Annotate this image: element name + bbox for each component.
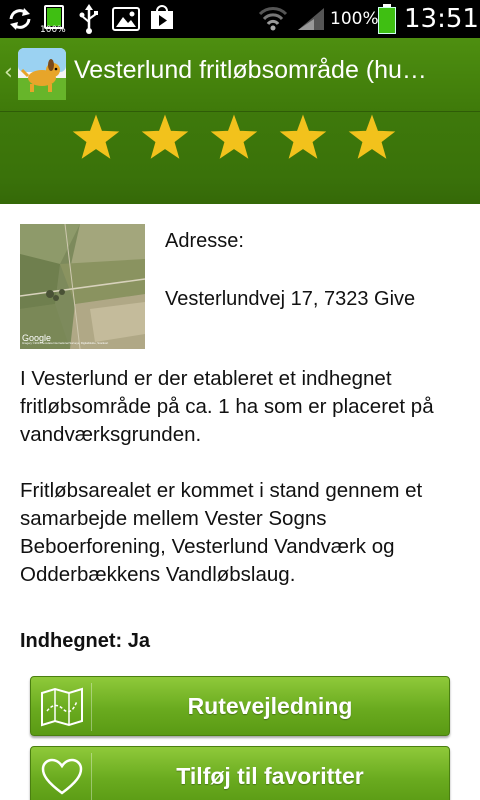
usb-icon: [79, 4, 98, 34]
star-icon: [72, 114, 120, 159]
clock: 13:51: [404, 4, 479, 34]
map-route-icon: [41, 687, 83, 727]
heart-icon: [41, 758, 83, 795]
add-favorite-button[interactable]: Tilføj til favoritter: [30, 746, 450, 800]
status-bar: 100% 100% 13:51: [0, 0, 480, 38]
map-attribution: Imagery ©2013 Aerodata International Sur…: [22, 342, 109, 346]
chevron-left-icon[interactable]: ‹: [4, 60, 13, 85]
action-bar: ‹ Vesterlund fritløbsområde (hu…: [0, 38, 480, 112]
battery-icon: [378, 4, 396, 34]
directions-button[interactable]: Rutevejledning: [30, 676, 450, 736]
star-icon: [348, 114, 396, 159]
battery-small-label: 100%: [40, 25, 66, 35]
map-thumbnail[interactable]: Google Imagery ©2013 Aerodata Internatio…: [20, 224, 145, 349]
star-rating: [70, 114, 410, 174]
fenced-status: Indhegnet: Ja: [20, 630, 151, 652]
image-icon: [112, 7, 140, 31]
page-title: Vesterlund fritløbsområde (hu…: [74, 56, 427, 84]
dog-app-icon[interactable]: [18, 48, 66, 100]
directions-button-label: Rutevejledning: [187, 693, 353, 719]
description: I Vesterlund er der etableret et indhegn…: [20, 367, 434, 586]
signal-icon: [298, 8, 324, 30]
star-icon: [210, 114, 258, 159]
battery-percent: 100%: [330, 9, 379, 29]
rating-band: [0, 112, 480, 204]
wifi-icon: [258, 7, 288, 31]
play-store-icon: [151, 5, 173, 29]
star-icon: [141, 114, 189, 159]
address-value: Vesterlundvej 17, 7323 Give: [165, 288, 416, 310]
add-favorite-button-label: Tilføj til favoritter: [176, 763, 364, 789]
sync-icon: [9, 8, 31, 30]
address-label: Adresse:: [165, 230, 244, 252]
star-icon: [279, 114, 327, 159]
